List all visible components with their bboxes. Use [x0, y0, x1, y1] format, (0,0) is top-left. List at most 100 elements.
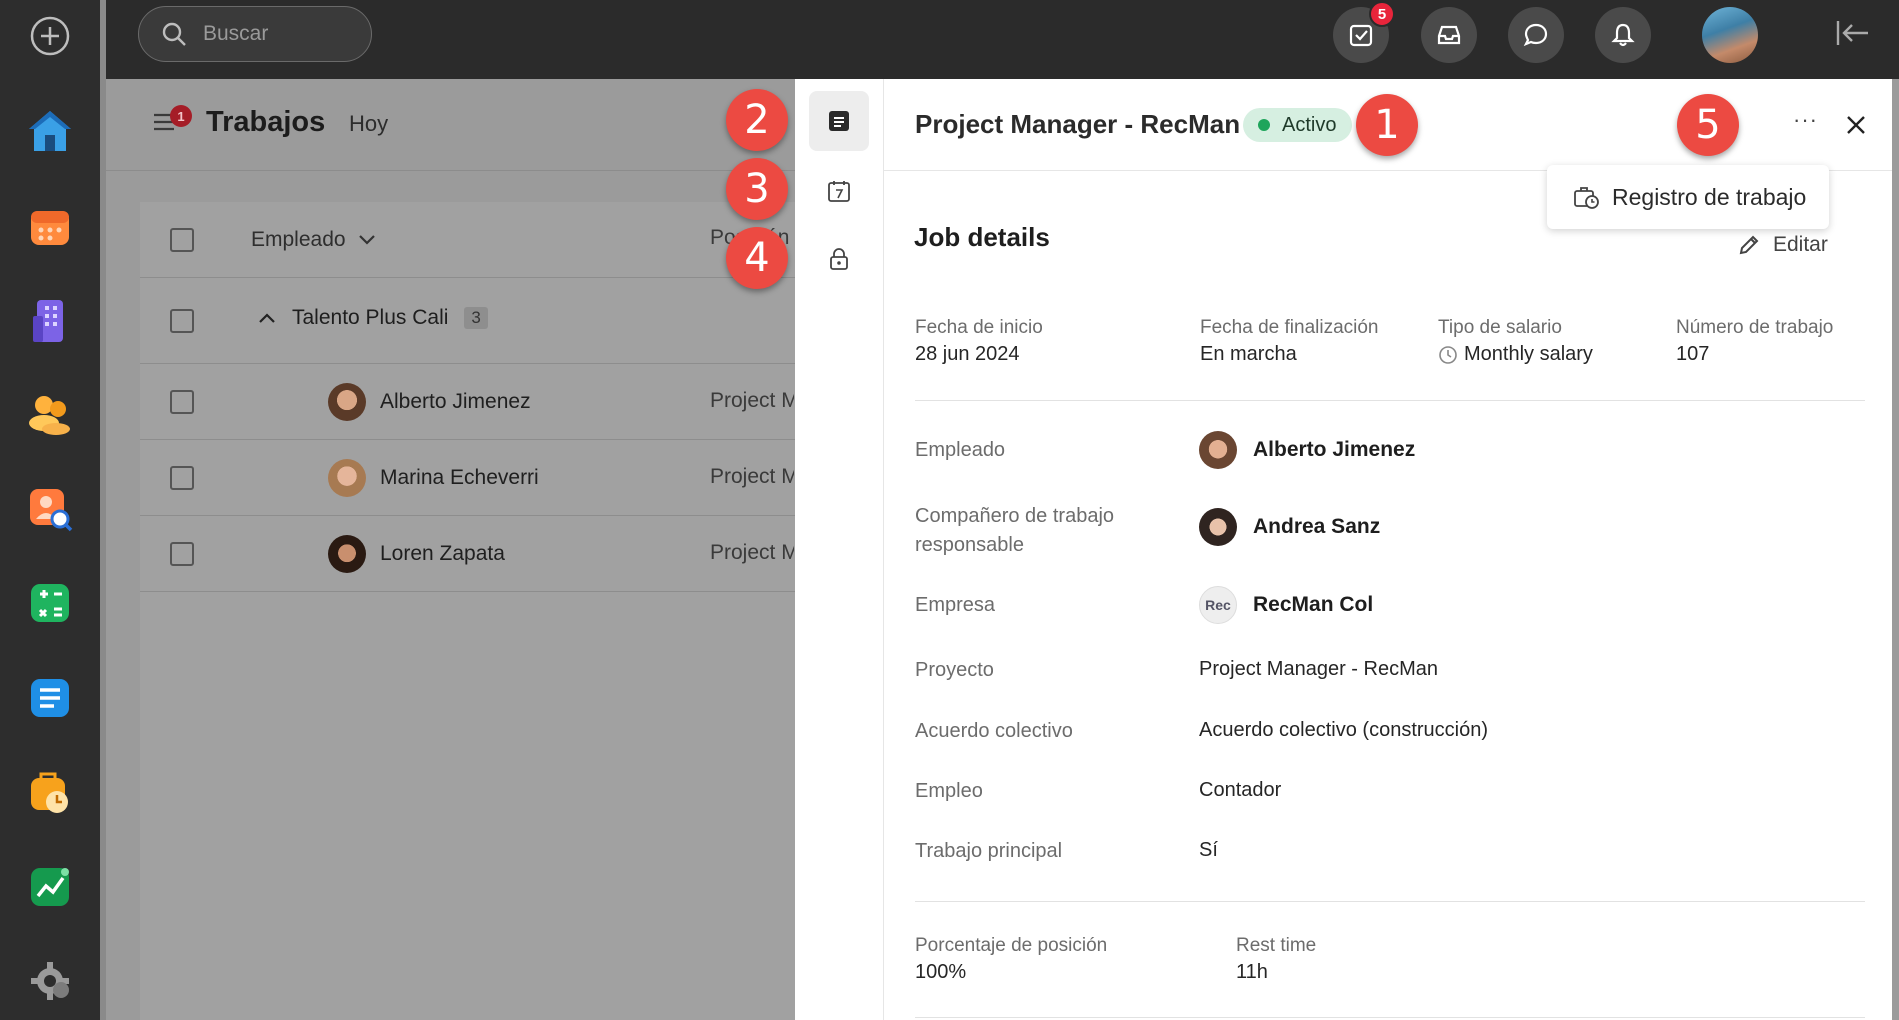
company-name: RecMan Col: [1253, 593, 1374, 616]
responsible-label: Compañero de trabajo responsable: [915, 505, 1115, 556]
avatar: [1199, 431, 1237, 469]
main-job-value: Sí: [1199, 839, 1218, 861]
menu-item-work-log[interactable]: Registro de trabajo: [1612, 184, 1806, 211]
employee-label: Empleado: [915, 439, 1006, 461]
inbox-icon: [1437, 25, 1461, 45]
analytics-icon[interactable]: [22, 859, 78, 915]
calculator-icon[interactable]: [22, 575, 78, 631]
timesheet-icon[interactable]: [22, 764, 78, 820]
start-date-label: Fecha de inicio: [915, 317, 1043, 338]
top-bar: 5: [106, 0, 1899, 79]
chat-button[interactable]: [1508, 7, 1564, 63]
avatar: [1199, 508, 1237, 546]
avatar: [328, 383, 366, 421]
more-options-icon[interactable]: ···: [1793, 107, 1818, 133]
employee-value[interactable]: Alberto Jimenez: [1199, 431, 1415, 469]
section-title-job-details: Job details: [914, 222, 1050, 252]
user-avatar[interactable]: [1702, 7, 1758, 63]
page-subtitle-today[interactable]: Hoy: [349, 111, 388, 137]
document-list-icon[interactable]: [22, 670, 78, 726]
position-cell: Project Manager - RecMan: [710, 389, 794, 412]
table-row[interactable]: Marina Echeverri Project Manager - RecMa…: [140, 440, 795, 516]
tasks-button[interactable]: 5: [1333, 1, 1395, 63]
annotation-marker-3: 3: [726, 158, 788, 220]
notifications-button[interactable]: [1595, 7, 1651, 63]
more-options-menu: Registro de trabajo: [1547, 165, 1829, 229]
close-icon[interactable]: [1844, 113, 1868, 137]
recruit-search-icon[interactable]: [22, 481, 78, 537]
position-percent-value: 100%: [915, 961, 967, 983]
menu-button[interactable]: 1: [152, 105, 192, 138]
row-checkbox[interactable]: [170, 542, 194, 566]
avatar: [328, 459, 366, 497]
annotation-marker-2: 2: [726, 89, 788, 151]
search-box[interactable]: [138, 6, 372, 62]
search-input[interactable]: [203, 22, 353, 46]
status-dot: [1258, 119, 1270, 131]
responsible-value[interactable]: Andrea Sanz: [1199, 508, 1380, 546]
end-date-value: En marcha: [1200, 343, 1297, 365]
app-rail: [0, 0, 100, 1020]
group-header[interactable]: Talento Plus Cali 3: [258, 306, 488, 330]
home-icon[interactable]: [22, 103, 78, 159]
calendar-app-icon[interactable]: [22, 198, 78, 254]
divider: [915, 1017, 1865, 1018]
annotation-marker-5: 5: [1677, 94, 1739, 156]
table-header: Empleado Posición: [140, 202, 795, 278]
clock-icon: [1439, 345, 1457, 364]
job-detail-drawer: Project Manager - RecMan Activo ··· Job …: [795, 79, 1892, 1020]
tab-permissions[interactable]: [809, 229, 869, 289]
pencil-icon: [1739, 235, 1759, 255]
group-checkbox[interactable]: [170, 309, 194, 333]
select-all-checkbox[interactable]: [170, 228, 194, 252]
status-label: Activo: [1282, 113, 1337, 136]
menu-badge: 1: [170, 105, 192, 127]
row-checkbox[interactable]: [170, 390, 194, 414]
responsible-name: Andrea Sanz: [1253, 515, 1381, 538]
row-checkbox[interactable]: [170, 466, 194, 490]
salary-type-value: Monthly salary: [1438, 343, 1593, 366]
job-title: Project Manager - RecMan: [915, 109, 1241, 139]
company-label: Empresa: [915, 594, 996, 616]
start-date-value: 28 jun 2024: [915, 343, 1020, 365]
group-count: 3: [464, 307, 488, 329]
status-badge: Activo: [1243, 108, 1353, 142]
tab-details[interactable]: [809, 91, 869, 151]
chevron-down-icon: [358, 235, 375, 245]
employee-cell[interactable]: Loren Zapata: [328, 535, 505, 573]
group-name: Talento Plus Cali: [292, 306, 449, 329]
annotation-marker-1: 1: [1356, 94, 1418, 156]
project-label: Proyecto: [915, 659, 994, 681]
end-date-label: Fecha de finalización: [1200, 317, 1379, 338]
bell-icon: [1611, 23, 1635, 47]
edit-label: Editar: [1773, 233, 1828, 256]
employee-column-header[interactable]: Empleado: [251, 202, 376, 278]
table-row[interactable]: Loren Zapata Project Manager - RecMan: [140, 516, 795, 592]
chat-bubble-icon: [1523, 23, 1548, 47]
add-icon[interactable]: [22, 8, 78, 64]
edit-button[interactable]: Editar: [1737, 233, 1828, 257]
group-row[interactable]: Talento Plus Cali 3: [140, 278, 795, 364]
collapse-sidebar-icon[interactable]: [1834, 18, 1872, 48]
employee-cell[interactable]: Marina Echeverri: [328, 459, 539, 497]
people-icon[interactable]: [22, 386, 78, 442]
employee-cell[interactable]: Alberto Jimenez: [328, 383, 531, 421]
position-cell: Project Manager - RecMan: [710, 465, 794, 488]
building-icon[interactable]: [22, 292, 78, 348]
settings-gear-icon[interactable]: [22, 953, 78, 1009]
project-value: Project Manager - RecMan: [1199, 658, 1438, 680]
company-logo: Rec: [1199, 586, 1237, 624]
company-value[interactable]: Rec RecMan Col: [1199, 586, 1373, 624]
salary-type-label: Tipo de salario: [1438, 317, 1562, 338]
calendar-icon: [828, 181, 850, 202]
employee-header-label: Empleado: [251, 228, 346, 251]
tab-calendar[interactable]: [809, 161, 869, 221]
inbox-button[interactable]: [1421, 7, 1477, 63]
table-row[interactable]: Alberto Jimenez Project Manager - RecMan: [140, 364, 795, 440]
chevron-up-icon[interactable]: [258, 312, 276, 324]
job-number-value: 107: [1676, 343, 1710, 365]
agreement-label: Acuerdo colectivo: [915, 720, 1073, 742]
divider: [915, 901, 1865, 902]
drawer-tab-bar: [795, 79, 884, 1020]
search-icon: [162, 22, 186, 46]
